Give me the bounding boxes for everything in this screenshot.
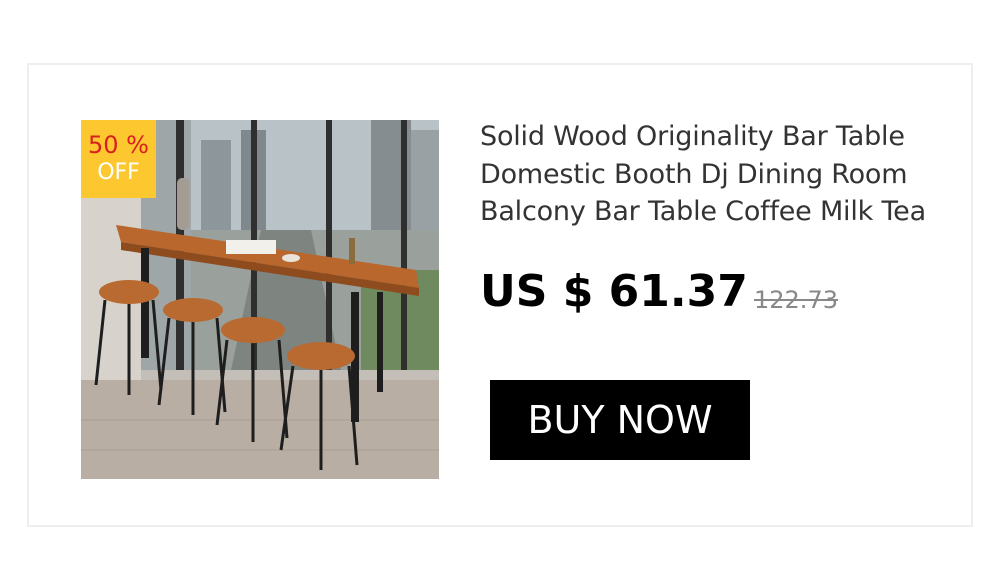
product-title[interactable]: Solid Wood Originality Bar Table Domesti… [480,118,960,231]
buy-now-button[interactable]: BUY NOW [490,380,750,460]
discount-off-label: OFF [97,160,140,185]
original-price: 122.73 [754,286,838,314]
discount-badge: 50 % OFF [81,120,156,198]
discount-percent: 50 % [88,131,149,159]
current-price: US $ 61.37 [480,266,748,317]
